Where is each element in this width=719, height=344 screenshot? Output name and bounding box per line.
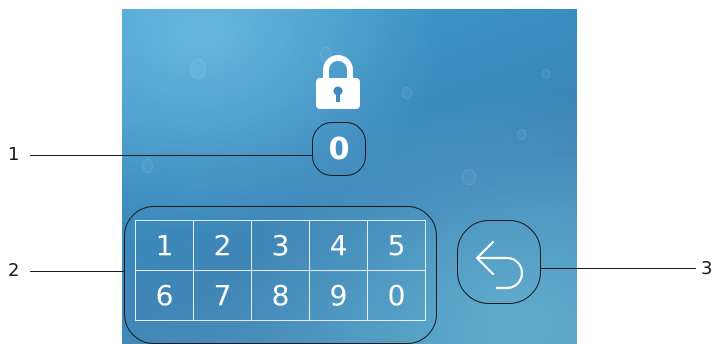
- key-7[interactable]: 7: [194, 271, 252, 321]
- callout-2-label: 2: [8, 260, 20, 281]
- key-2[interactable]: 2: [194, 221, 252, 271]
- callout-1-leader: [30, 155, 313, 156]
- callout-3-label: 3: [701, 258, 713, 279]
- code-value: 0: [328, 131, 350, 167]
- key-6[interactable]: 6: [136, 271, 194, 321]
- key-4[interactable]: 4: [310, 221, 368, 271]
- lock-screen: 0 1 2 3 4 5 6 7 8 9 0: [122, 9, 577, 344]
- lock-icon: [316, 55, 360, 109]
- water-droplet: [517, 129, 526, 140]
- water-droplet: [402, 87, 412, 99]
- back-button[interactable]: [457, 220, 541, 304]
- callout-1-label: 1: [8, 144, 20, 165]
- back-arrow-icon: [475, 240, 524, 290]
- numeric-keypad: 1 2 3 4 5 6 7 8 9 0: [135, 220, 426, 321]
- code-display: 0: [312, 122, 366, 176]
- key-5[interactable]: 5: [368, 221, 426, 271]
- key-9[interactable]: 9: [310, 271, 368, 321]
- water-droplet: [190, 59, 206, 79]
- water-droplet: [542, 69, 550, 79]
- key-3[interactable]: 3: [252, 221, 310, 271]
- water-droplet: [142, 159, 153, 173]
- water-droplet: [462, 169, 476, 185]
- callout-2-leader: [30, 271, 125, 272]
- key-0[interactable]: 0: [368, 271, 426, 321]
- key-1[interactable]: 1: [136, 221, 194, 271]
- callout-3-leader: [541, 268, 696, 269]
- key-8[interactable]: 8: [252, 271, 310, 321]
